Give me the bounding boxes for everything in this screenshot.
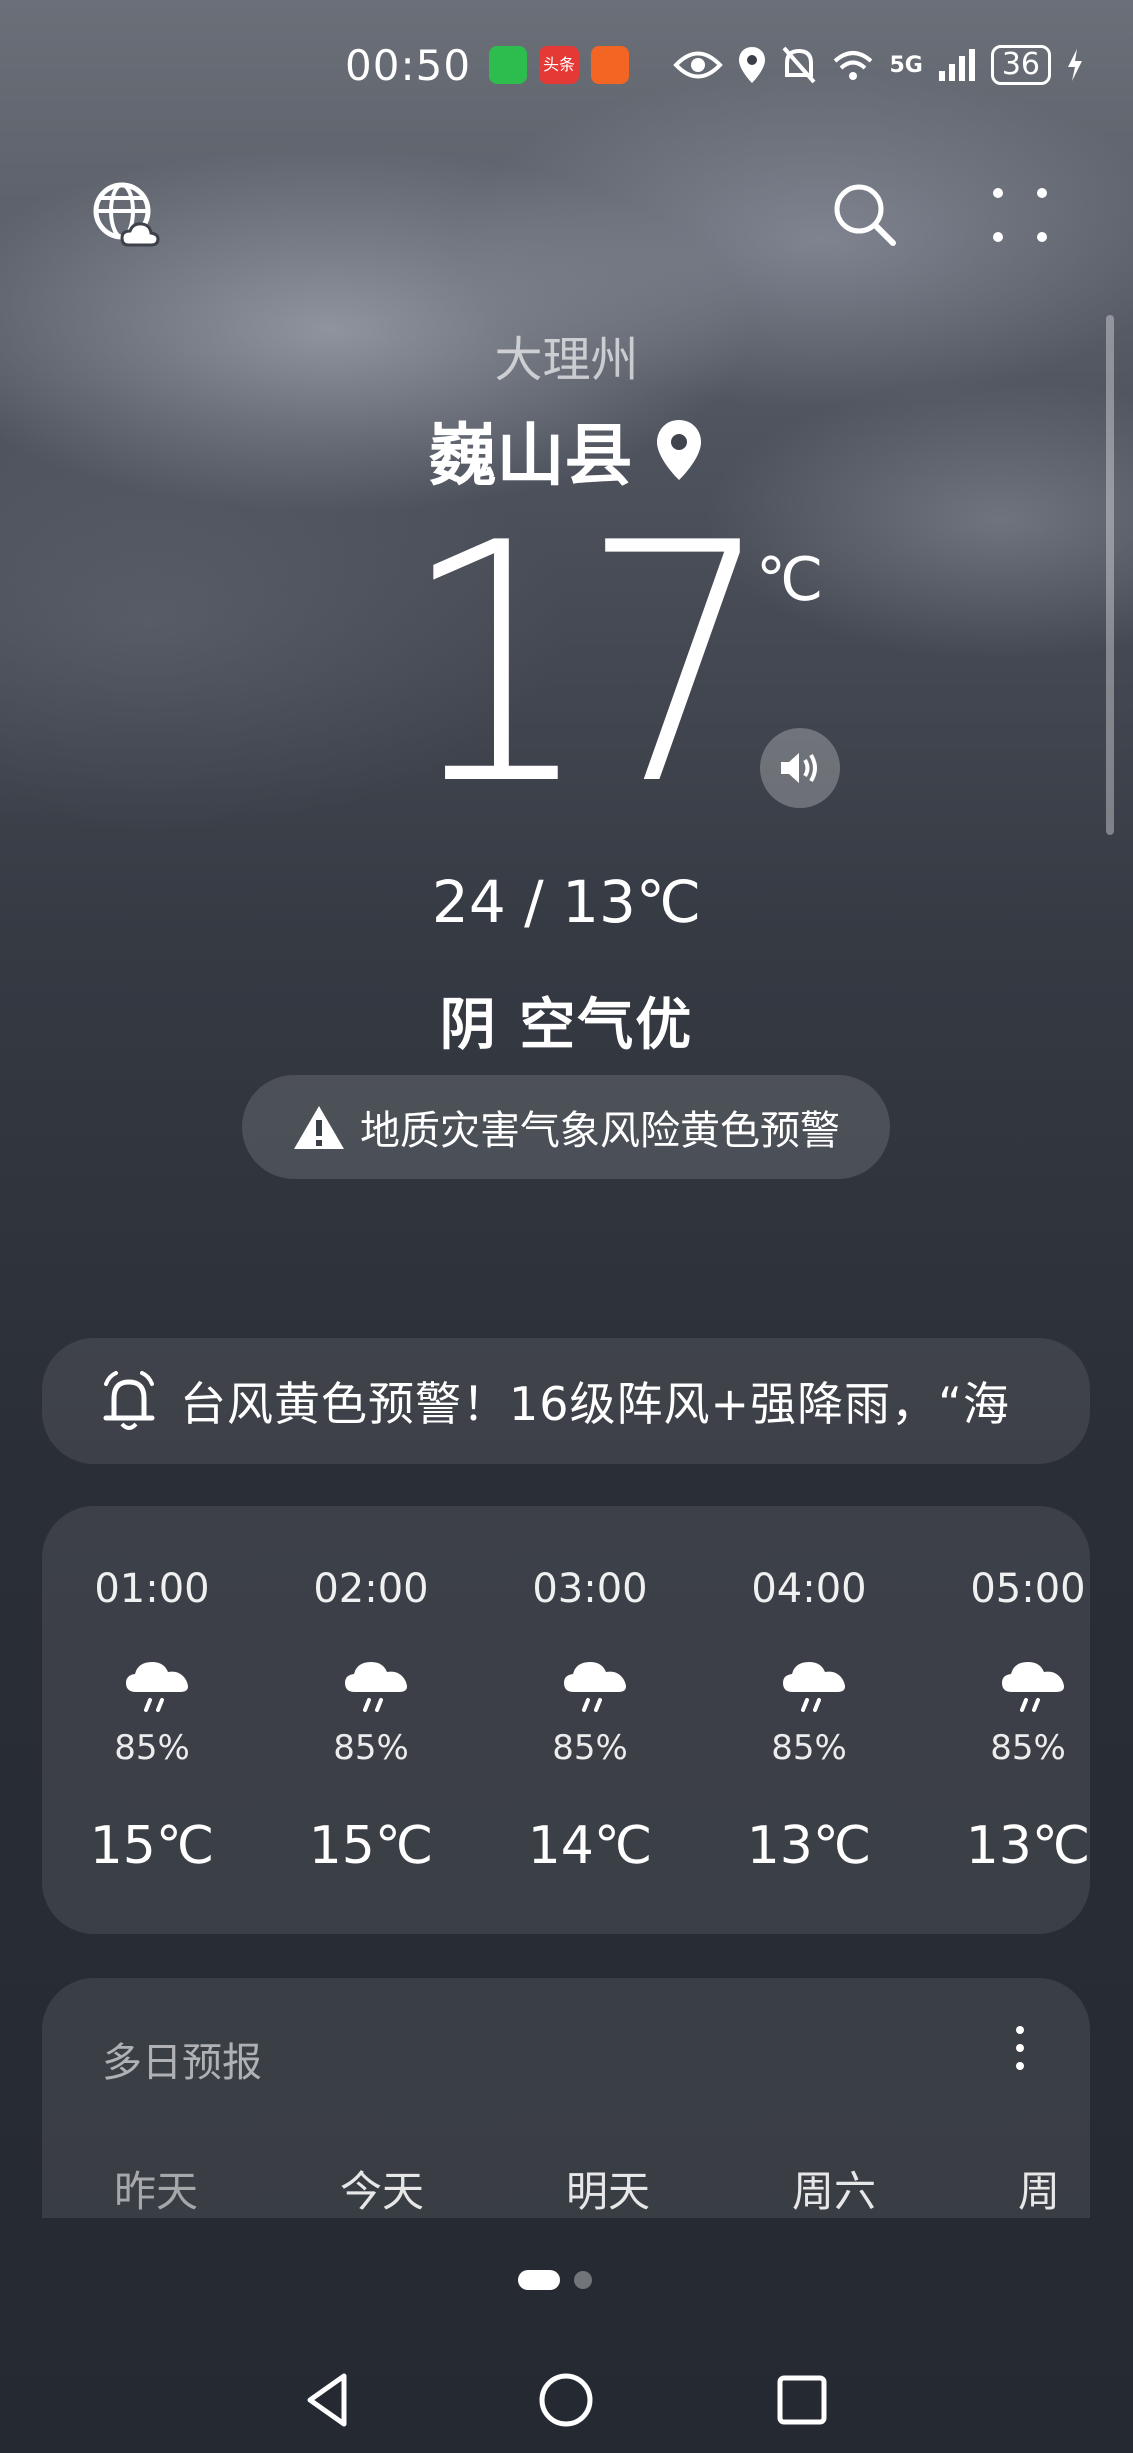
typhoon-alert-text: 台风黄色预警！16级阵风+强降雨，“海 xyxy=(180,1377,1010,1431)
precip-chance: 85% xyxy=(552,1728,628,1768)
light-rain-icon xyxy=(564,1662,626,1712)
status-bar-left: 00:50 头条 xyxy=(345,38,641,92)
navigation-bar xyxy=(0,2360,1133,2440)
status-bar-right: 5G 36 xyxy=(673,38,1085,92)
page-indicator[interactable] xyxy=(518,2270,592,2290)
city-manage-button[interactable] xyxy=(86,175,166,255)
search-icon xyxy=(834,184,896,246)
geo-hazard-alert[interactable]: 地质灾害气象风险黄色预警 xyxy=(242,1075,890,1179)
hour-temp: 15℃ xyxy=(89,1816,215,1876)
weather-condition: 阴 空气优 xyxy=(439,993,694,1058)
day-label: 昨天 xyxy=(114,2167,199,2216)
scrollbar[interactable] xyxy=(1106,315,1114,835)
toutiao-icon: 头条 xyxy=(539,46,580,84)
day-label: 周日 xyxy=(1018,2167,1061,2216)
wifi-icon xyxy=(834,51,873,80)
multi-day-title: 多日预报 xyxy=(102,2040,262,2086)
hour-time: 04:00 xyxy=(751,1566,867,1612)
day-label: 明天 xyxy=(566,2167,651,2216)
network-type: 5G xyxy=(889,52,923,78)
recents-button[interactable] xyxy=(772,2370,832,2430)
precip-chance: 85% xyxy=(771,1728,847,1768)
search-button[interactable] xyxy=(825,175,905,255)
charging-icon xyxy=(1068,49,1082,81)
typhoon-alert-card[interactable]: 台风黄色预警！16级阵风+强降雨，“海 xyxy=(42,1338,1090,1464)
speaker-icon xyxy=(781,753,817,783)
app-icon xyxy=(591,46,630,84)
voice-broadcast-button[interactable] xyxy=(760,728,840,808)
precip-chance: 85% xyxy=(114,1728,190,1768)
light-rain-icon xyxy=(126,1662,188,1712)
hour-time: 03:00 xyxy=(532,1566,648,1612)
hour-time: 05:00 xyxy=(970,1566,1086,1612)
temperature-unit: ℃ xyxy=(756,545,824,615)
hourly-forecast-card[interactable]: 01:00 85% 15℃ 02:00 85% 15℃ 03:00 85% 14… xyxy=(42,1506,1090,1934)
back-button[interactable] xyxy=(300,2370,360,2430)
eye-icon xyxy=(673,51,724,79)
hour-time: 01:00 xyxy=(94,1566,210,1612)
day-label: 今天 xyxy=(340,2167,425,2216)
hour-temp: 14℃ xyxy=(527,1816,653,1876)
light-rain-icon xyxy=(783,1662,845,1712)
status-time: 00:50 xyxy=(345,40,472,90)
vertical-dots-icon[interactable] xyxy=(1000,2018,1040,2078)
hour-temp: 13℃ xyxy=(965,1816,1090,1876)
hour-temp: 15℃ xyxy=(308,1816,434,1876)
home-button[interactable] xyxy=(536,2370,596,2430)
light-rain-icon xyxy=(1002,1662,1064,1712)
day-label: 周六 xyxy=(792,2167,877,2216)
temperature-range: 24 / 13℃ xyxy=(431,868,702,936)
globe-cloud-icon xyxy=(93,182,160,247)
page-dot-active[interactable] xyxy=(518,2270,560,2290)
mute-icon xyxy=(782,46,816,84)
precip-chance: 85% xyxy=(333,1728,409,1768)
more-options-button[interactable] xyxy=(980,175,1060,255)
current-temperature: 17 xyxy=(400,473,773,857)
multi-day-forecast-card[interactable]: 多日预报 昨天 今天 明天 周六 周日 xyxy=(42,1978,1090,2218)
hour-temp: 13℃ xyxy=(746,1816,872,1876)
page-dot[interactable] xyxy=(574,2271,592,2289)
alert-text: 地质灾害气象风险黄色预警 xyxy=(360,1108,840,1154)
location-status-icon xyxy=(739,47,766,83)
signal-icon xyxy=(938,49,975,81)
wechat-icon xyxy=(489,46,528,84)
battery-level: 36 xyxy=(990,45,1051,85)
precip-chance: 85% xyxy=(990,1728,1066,1768)
warning-icon xyxy=(294,1106,344,1149)
dots-grid-icon xyxy=(993,188,1047,242)
region-name: 大理州 xyxy=(494,332,639,388)
alarm-bell-icon xyxy=(103,1371,155,1430)
light-rain-icon xyxy=(345,1662,407,1712)
hour-time: 02:00 xyxy=(313,1566,429,1612)
